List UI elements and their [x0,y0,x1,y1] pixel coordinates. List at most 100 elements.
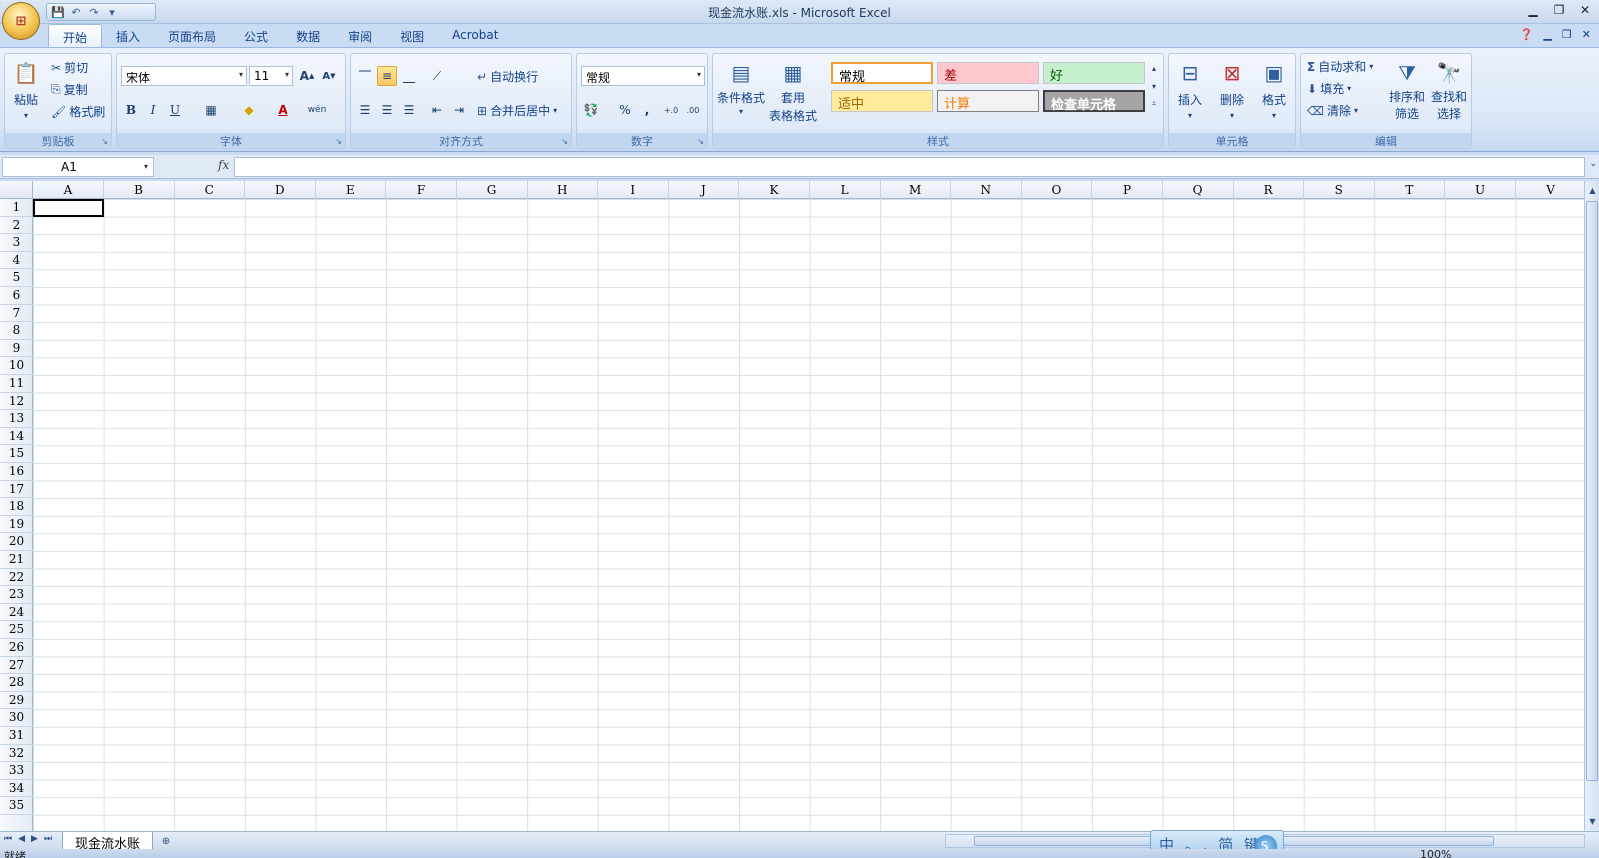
column-header[interactable]: Q [1163,181,1234,199]
wrap-text-button[interactable]: ↵ 自动换行 [477,68,538,85]
row-header[interactable]: 27 [0,657,33,675]
table-format-button[interactable]: ▦ 套用 表格格式 [769,58,817,124]
conditional-format-button[interactable]: ▤ 条件格式 ▾ [717,58,765,116]
row-header[interactable]: 21 [0,551,33,569]
cell-style-normal[interactable]: 常规 [831,62,933,85]
alignment-launcher-icon[interactable]: ↘ [561,137,568,146]
row-header[interactable]: 24 [0,604,33,622]
clear-button[interactable]: ⌫ 清除 ▾ [1307,102,1358,119]
tab-formulas[interactable]: 公式 [230,24,282,48]
column-header[interactable]: M [880,181,952,199]
row-header[interactable]: 28 [0,674,33,692]
orientation-icon[interactable]: ⟋ [427,66,447,86]
grow-font-icon[interactable]: A ▲ [297,66,317,86]
font-launcher-icon[interactable]: ↘ [335,137,342,146]
decrease-decimal-button[interactable]: .00 [683,100,703,120]
help-icon[interactable]: ❓ [1520,28,1534,41]
close-icon[interactable]: ✕ [1575,2,1595,18]
column-header[interactable]: K [739,181,810,199]
increase-indent-icon[interactable]: ⇥ [449,100,469,120]
align-left-icon[interactable]: ☰ [355,100,375,120]
font-name-select[interactable]: 宋体 ▾ [121,66,247,86]
next-sheet-icon[interactable]: ▶ [31,834,38,844]
row-header[interactable]: 16 [0,463,33,481]
column-header[interactable]: E [315,181,387,199]
gallery-up-icon[interactable]: ▴ [1147,60,1161,76]
restore-icon[interactable]: ❐ [1549,2,1569,18]
currency-icon[interactable]: 💱 [581,100,601,120]
align-right-icon[interactable]: ☰ [399,100,419,120]
row-header[interactable]: 9 [0,340,33,358]
column-header[interactable]: U [1445,181,1516,199]
fill-color-icon[interactable]: ◆ [239,100,259,120]
column-header[interactable]: G [457,181,528,199]
column-header[interactable]: A [33,181,104,199]
column-header[interactable]: N [951,181,1022,199]
percent-button[interactable]: % [615,100,635,120]
font-color-icon[interactable]: A [273,100,293,120]
vertical-scroll-thumb[interactable] [1586,201,1598,781]
row-header[interactable]: 19 [0,516,33,534]
sort-filter-button[interactable]: ⧩ 排序和 筛选 [1389,58,1425,122]
cell-style-neutral[interactable]: 适中 [831,90,933,112]
clipboard-launcher-icon[interactable]: ↘ [101,137,108,146]
number-launcher-icon[interactable]: ↘ [697,137,704,146]
italic-button[interactable]: I [143,100,163,120]
scroll-down-icon[interactable]: ▼ [1585,814,1599,829]
row-header[interactable]: 35 [0,797,33,815]
ribbon-minimize-icon[interactable]: ▁ [1543,28,1551,41]
column-header[interactable]: H [527,181,599,199]
row-header[interactable]: 32 [0,745,33,763]
row-header[interactable]: 34 [0,780,33,798]
bold-button[interactable]: B [121,100,141,120]
tab-review[interactable]: 审阅 [334,24,386,48]
row-header[interactable]: 14 [0,428,33,446]
column-header[interactable]: L [810,181,881,199]
shrink-font-icon[interactable]: A ▼ [319,66,339,86]
ribbon-close-icon[interactable]: ✕ [1582,28,1591,41]
format-painter-button[interactable]: 🖌 格式刷 [51,103,105,120]
column-header[interactable]: J [668,181,740,199]
align-top-icon[interactable]: ⎺ [355,66,375,86]
row-header[interactable]: 23 [0,586,33,604]
row-header[interactable]: 8 [0,322,33,340]
cell-style-calculation[interactable]: 计算 [937,90,1039,112]
paste-button[interactable]: 📋 粘贴 ▾ [11,58,41,120]
office-button[interactable]: ⊞ [2,2,40,40]
row-header[interactable]: 30 [0,709,33,727]
gallery-down-icon[interactable]: ▾ [1147,78,1161,94]
row-header[interactable]: 3 [0,234,33,252]
row-header[interactable]: 17 [0,481,33,499]
name-box-dropdown-icon[interactable]: ▾ [144,162,148,171]
tab-insert[interactable]: 插入 [102,24,154,48]
name-box[interactable]: A1 [2,157,154,177]
cut-button[interactable]: ✂ 剪切 [51,59,88,76]
row-header[interactable]: 29 [0,692,33,710]
row-header[interactable]: 31 [0,727,33,745]
find-select-button[interactable]: 🔭 查找和 选择 [1431,58,1467,122]
row-header[interactable]: 12 [0,393,33,411]
column-header[interactable]: C [174,181,246,199]
ribbon-restore-icon[interactable]: ❐ [1562,28,1572,41]
comma-button[interactable]: , [637,100,657,120]
row-header[interactable]: 5 [0,269,33,287]
cell-style-check-cell[interactable]: 检查单元格 [1043,90,1145,113]
row-header[interactable]: 25 [0,621,33,639]
column-header[interactable]: V [1516,181,1584,199]
tab-page-layout[interactable]: 页面布局 [154,24,230,48]
column-header[interactable]: P [1092,181,1163,199]
zoom-level[interactable]: 100% [1420,849,1451,858]
scroll-up-icon[interactable]: ▲ [1585,183,1599,198]
selected-cell[interactable] [33,199,104,217]
first-sheet-icon[interactable]: ⏮ [4,834,12,844]
row-header[interactable]: 22 [0,569,33,587]
sheet-tab[interactable]: 现金流水账 [62,832,154,852]
cell-style-good[interactable]: 好 [1043,62,1145,84]
gallery-more-icon[interactable]: ⩡ [1147,96,1161,112]
copy-button[interactable]: ⎘ 复制 [51,81,88,98]
row-header[interactable]: 11 [0,375,33,393]
underline-button[interactable]: U [165,100,185,120]
row-header[interactable]: 1 [0,199,33,217]
number-format-select[interactable]: 常规 ▾ [581,66,705,86]
phonetic-button[interactable]: wén [307,100,327,120]
